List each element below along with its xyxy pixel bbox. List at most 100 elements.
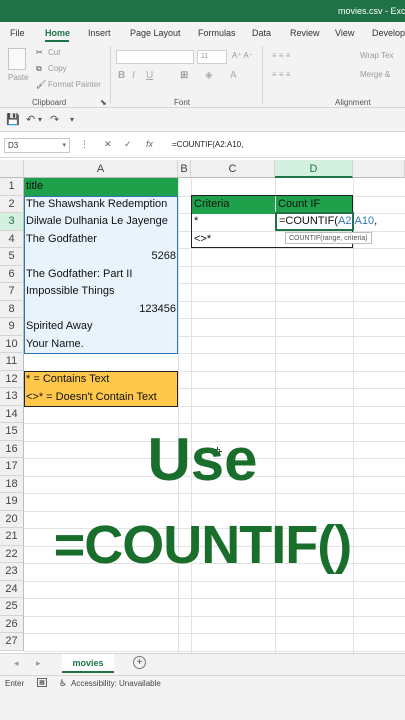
row-header-10[interactable]: 10 xyxy=(0,335,24,353)
fill-color-icon[interactable]: ◈ xyxy=(205,70,213,81)
underline-icon[interactable]: U xyxy=(146,70,153,81)
ribbon: Paste ✂ Cut ⧉ Copy 🖌 Format Painter Clip… xyxy=(0,42,405,108)
merge-center-button[interactable]: Merge & xyxy=(360,70,390,79)
tab-file[interactable]: File xyxy=(10,28,25,38)
undo-dropdown-icon[interactable]: ▾ xyxy=(38,115,42,124)
cancel-icon[interactable]: ✕ xyxy=(104,139,112,150)
accessibility-status[interactable]: Accessibility: Unavailable xyxy=(71,679,161,688)
tab-view[interactable]: View xyxy=(335,28,354,38)
tab-home[interactable]: Home xyxy=(45,28,70,38)
row-header-9[interactable]: 9 xyxy=(0,318,24,336)
cell-d2[interactable]: Count IF xyxy=(276,196,352,214)
tab-data[interactable]: Data xyxy=(252,28,271,38)
column-header-b[interactable]: B xyxy=(178,160,191,178)
row-header-24[interactable]: 24 xyxy=(0,580,24,598)
borders-icon[interactable]: ⊞ xyxy=(180,70,188,81)
bold-icon[interactable]: B xyxy=(118,70,125,81)
format-painter-button[interactable]: Format Painter xyxy=(48,80,101,89)
row-header-11[interactable]: 11 xyxy=(0,353,24,371)
copy-icon[interactable]: ⧉ xyxy=(36,64,42,74)
align-top-icon[interactable]: ≡ ≡ ≡ xyxy=(272,51,290,60)
caption-line-1: Use xyxy=(147,426,258,493)
cell-a4[interactable]: The Godfather xyxy=(24,231,178,249)
row-header-5[interactable]: 5 xyxy=(0,248,24,266)
cell-a1[interactable]: title xyxy=(24,178,178,196)
gridline xyxy=(24,615,405,617)
row-header-19[interactable]: 19 xyxy=(0,493,24,511)
cell-a12[interactable]: * = Contains Text xyxy=(24,371,178,389)
cell-a10[interactable]: Your Name. xyxy=(24,336,178,354)
cell-a7[interactable]: Impossible Things xyxy=(24,283,178,301)
row-header-6[interactable]: 6 xyxy=(0,265,24,283)
ribbon-tabs: File Home Insert Page Layout Formulas Da… xyxy=(0,22,405,42)
row-header-2[interactable]: 2 xyxy=(0,195,24,213)
enter-icon[interactable]: ✓ xyxy=(124,139,132,150)
align-left-icon[interactable]: ≡ ≡ ≡ xyxy=(272,70,290,79)
formula-input[interactable]: =COUNTIF(A2:A10, xyxy=(172,140,243,149)
cell-a8[interactable]: 123456 xyxy=(24,301,178,319)
row-header-3[interactable]: 3 xyxy=(0,213,24,231)
formula-comma: , xyxy=(374,215,378,227)
accessibility-icon[interactable]: ♿ xyxy=(59,678,67,689)
insert-function-icon[interactable]: fx xyxy=(146,139,153,149)
row-header-4[interactable]: 4 xyxy=(0,230,24,248)
row-header-27[interactable]: 27 xyxy=(0,633,24,651)
macro-recording-icon[interactable]: ▦ xyxy=(37,678,47,687)
row-header-13[interactable]: 13 xyxy=(0,388,24,406)
grow-font-icon[interactable]: A⁺ A⁻ xyxy=(232,51,253,60)
row-header-8[interactable]: 8 xyxy=(0,300,24,318)
column-header-d[interactable]: D xyxy=(275,160,353,178)
next-sheet-icon[interactable]: ▸ xyxy=(36,658,41,669)
prev-sheet-icon[interactable]: ◂ xyxy=(14,658,19,669)
cell-a3[interactable]: Dilwale Dulhania Le Jayenge xyxy=(24,213,178,231)
copy-button[interactable]: Copy xyxy=(48,64,67,73)
save-icon[interactable]: 💾 xyxy=(6,113,20,126)
row-header-25[interactable]: 25 xyxy=(0,598,24,616)
cell-c4[interactable]: <>* xyxy=(192,231,275,249)
format-painter-icon[interactable]: 🖌 xyxy=(36,80,46,89)
italic-icon[interactable]: I xyxy=(132,70,135,81)
paste-button[interactable]: Paste xyxy=(8,73,28,82)
column-header-a[interactable]: A xyxy=(24,160,178,178)
cell-a5[interactable]: 5268 xyxy=(24,248,178,266)
cut-button[interactable]: Cut xyxy=(48,48,60,57)
name-box-dropdown-icon[interactable]: ▾ xyxy=(62,141,66,149)
undo-icon[interactable]: ↶ xyxy=(26,113,35,126)
tab-insert[interactable]: Insert xyxy=(88,28,111,38)
redo-icon[interactable]: ↷ xyxy=(50,113,59,126)
cell-a6[interactable]: The Godfather: Part II xyxy=(24,266,178,284)
sheet-tab-movies[interactable]: movies xyxy=(62,654,114,673)
font-color-icon[interactable]: A xyxy=(230,70,237,81)
name-box[interactable]: D3 ▾ xyxy=(4,138,70,153)
row-header-14[interactable]: 14 xyxy=(0,405,24,423)
cell-a2[interactable]: The Shawshank Redemption xyxy=(24,196,178,214)
clipboard-group-label: Clipboard xyxy=(32,98,67,107)
column-header-c[interactable]: C xyxy=(191,160,275,178)
ribbon-separator xyxy=(262,46,263,104)
paste-icon[interactable] xyxy=(8,48,26,70)
column-header-e[interactable] xyxy=(353,160,405,178)
cell-d3[interactable]: =COUNTIF(A2:A10, xyxy=(277,213,405,231)
add-sheet-icon[interactable]: + xyxy=(133,656,146,669)
tab-page-layout[interactable]: Page Layout xyxy=(130,28,181,38)
row-header-7[interactable]: 7 xyxy=(0,283,24,301)
row-header-26[interactable]: 26 xyxy=(0,615,24,633)
tab-developer[interactable]: Develop xyxy=(372,28,405,38)
tab-formulas[interactable]: Formulas xyxy=(198,28,236,38)
cell-a9[interactable]: Spirited Away xyxy=(24,318,178,336)
font-name-select[interactable] xyxy=(116,50,194,64)
row-header-12[interactable]: 12 xyxy=(0,370,24,388)
customize-qat-icon[interactable]: ▾ xyxy=(70,115,74,124)
title-bar: movies.csv - Exce xyxy=(0,0,405,22)
wrap-text-button[interactable]: Wrap Tex xyxy=(360,51,394,60)
cell-c2[interactable]: Criteria xyxy=(192,196,275,214)
tab-review[interactable]: Review xyxy=(290,28,320,38)
cell-c3[interactable]: * xyxy=(192,213,275,231)
gridline xyxy=(191,178,192,653)
cut-icon[interactable]: ✂ xyxy=(36,48,43,57)
font-size-select[interactable]: 11 xyxy=(197,50,227,64)
dialog-launcher-icon[interactable]: ⬊ xyxy=(100,98,107,107)
cell-a13[interactable]: <>* = Doesn't Contain Text xyxy=(24,389,178,407)
select-all-corner[interactable] xyxy=(0,160,24,178)
row-header-1[interactable]: 1 xyxy=(0,178,24,196)
